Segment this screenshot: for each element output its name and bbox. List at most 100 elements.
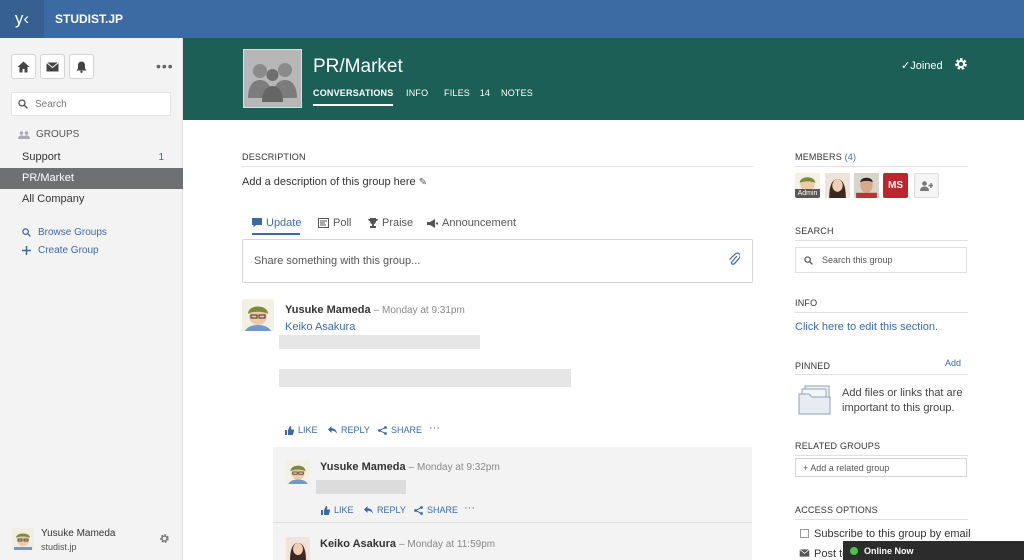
info-heading: INFO (795, 298, 818, 308)
reply-author[interactable]: Yusuke Mameda (320, 461, 406, 473)
related-groups-heading: RELATED GROUPS (795, 441, 881, 451)
joined-label: Joined (910, 60, 943, 72)
composer-input[interactable]: Share something with this group... (242, 239, 753, 283)
tab-notes[interactable]: NOTES (501, 88, 533, 98)
sidebar-item-pr-market[interactable]: PR/Market (0, 168, 183, 189)
group-search-input[interactable]: Search this group (795, 247, 967, 273)
browse-groups-link[interactable]: Browse Groups (22, 227, 107, 238)
reply-more-button[interactable]: ··· (464, 502, 475, 514)
gear-icon[interactable] (159, 533, 170, 544)
members-heading: MEMBERS (4) (795, 152, 856, 162)
post-mention-link[interactable]: Keiko Asakura (285, 321, 355, 333)
composer-tab-announcement[interactable]: Announcement (427, 217, 516, 229)
pencil-icon: ✎ (418, 177, 428, 188)
group-photo[interactable] (243, 49, 302, 108)
divider (242, 166, 753, 167)
groups-heading-label: GROUPS (36, 129, 80, 140)
online-status-icon (850, 546, 858, 555)
post-timestamp[interactable]: – Monday at 9:31pm (374, 305, 465, 316)
search-icon (22, 228, 31, 237)
paperclip-icon[interactable] (728, 252, 740, 266)
current-user-panel[interactable]: Yusuke Mameda studist.jp (0, 525, 183, 560)
tab-conversations[interactable]: CONVERSATIONS (313, 88, 394, 106)
member-avatar-admin[interactable]: Admin (795, 173, 820, 198)
search-heading: SEARCH (795, 226, 834, 236)
like-button[interactable]: LIKE (285, 425, 318, 435)
unread-count-badge: 1 (158, 152, 164, 163)
share-label: SHARE (391, 425, 423, 435)
sidebar-search-placeholder: Search (35, 98, 67, 110)
avatar[interactable] (286, 460, 310, 484)
avatar[interactable] (286, 537, 310, 560)
sidebar-item-label: PR/Market (22, 172, 74, 184)
members-label: MEMBERS (795, 152, 842, 162)
browse-groups-label: Browse Groups (38, 227, 107, 238)
create-group-link[interactable]: Create Group (22, 245, 99, 256)
divider (795, 455, 968, 456)
sidebar-item-label: Support (22, 151, 61, 163)
poll-icon (318, 218, 329, 228)
online-now-label: Online Now (864, 545, 914, 556)
reply-button[interactable]: REPLY (364, 505, 406, 515)
member-avatar[interactable] (854, 173, 879, 198)
plus-icon (22, 246, 31, 255)
divider (795, 374, 968, 375)
share-button[interactable]: SHARE (414, 505, 458, 515)
admin-badge: Admin (795, 189, 820, 198)
home-icon (17, 61, 30, 72)
gear-icon[interactable] (954, 57, 968, 71)
tab-info[interactable]: INFO (406, 88, 428, 98)
sidebar-item-all-company[interactable]: All Company (0, 189, 183, 210)
edit-info-link[interactable]: Click here to edit this section. (795, 321, 938, 333)
active-tab-indicator (252, 233, 300, 235)
yammer-logo[interactable]: y‹ (0, 0, 44, 38)
inbox-button[interactable] (40, 54, 65, 79)
divider (795, 312, 968, 313)
add-member-button[interactable] (914, 173, 939, 198)
composer-tab-label: Praise (382, 217, 414, 229)
member-avatar[interactable] (825, 173, 850, 198)
composer-tab-label: Poll (333, 217, 352, 229)
trophy-icon (368, 218, 378, 228)
more-options-icon[interactable]: ••• (156, 58, 174, 74)
composer-tab-praise[interactable]: Praise (368, 217, 413, 229)
composer-tab-label: Update (266, 217, 302, 229)
network-name[interactable]: STUDIST.JP (55, 0, 123, 38)
pinned-add-link[interactable]: Add (945, 358, 961, 368)
post-more-button[interactable]: ··· (429, 422, 440, 434)
reply-arrow-icon (364, 506, 373, 514)
reply-timestamp[interactable]: – Monday at 9:32pm (409, 462, 500, 473)
left-sidebar: ••• Search GROUPS Support 1 PR/Market Al… (0, 38, 183, 560)
online-now-chat-bar[interactable]: Online Now (843, 541, 1024, 560)
composer-tab-poll[interactable]: Poll (318, 217, 351, 229)
files-stack-icon (798, 385, 831, 415)
avatar[interactable] (242, 299, 274, 331)
files-count: 14 (479, 88, 491, 98)
sidebar-search-input[interactable]: Search (11, 92, 171, 116)
post-author[interactable]: Yusuke Mameda (285, 304, 371, 316)
reply-header: Keiko Asakura – Monday at 11:59pm (320, 538, 495, 550)
member-avatar-initials[interactable]: MS (883, 173, 908, 198)
home-button[interactable] (11, 54, 36, 79)
notifications-button[interactable] (69, 54, 94, 79)
like-button[interactable]: LIKE (321, 505, 354, 515)
composer-placeholder: Share something with this group... (254, 255, 421, 267)
reply-button[interactable]: REPLY (328, 425, 370, 435)
description-edit[interactable]: Add a description of this group here ✎ (242, 176, 427, 188)
group-people-image (244, 50, 301, 107)
sidebar-item-support[interactable]: Support 1 (0, 147, 183, 168)
reply-author[interactable]: Keiko Asakura (320, 538, 396, 550)
members-count[interactable]: (4) (845, 152, 857, 162)
subscribe-checkbox[interactable] (800, 529, 809, 538)
reply-thread: Yusuke Mameda – Monday at 9:32pm LIKE RE… (273, 447, 752, 522)
current-user-network: studist.jp (41, 542, 77, 552)
share-button[interactable]: SHARE (378, 425, 422, 435)
description-label: DESCRIPTION (242, 152, 306, 162)
composer-tab-update[interactable]: Update (252, 217, 301, 229)
add-related-group-input[interactable]: + Add a related group (795, 458, 967, 477)
reply-timestamp[interactable]: – Monday at 11:59pm (399, 539, 495, 550)
divider (795, 519, 968, 520)
joined-button[interactable]: ✓Joined (901, 59, 943, 72)
divider (795, 240, 968, 241)
tab-files[interactable]: FILES 14 (444, 88, 490, 98)
